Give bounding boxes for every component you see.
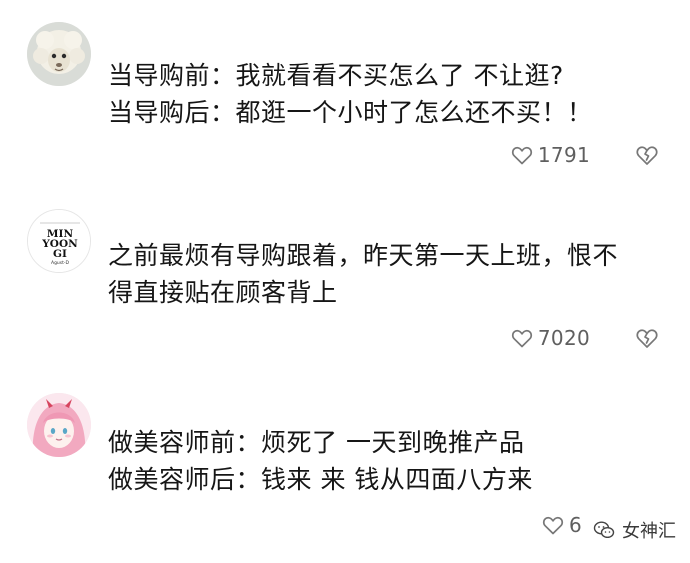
dislike-button[interactable] [634, 142, 660, 168]
watermark-text: 女神汇 [622, 521, 676, 542]
comment-line: 当导购前：我就看看不买怎么了 不让逛? [108, 61, 564, 90]
comment-line: 之前最烦有导购跟着，昨天第一天上班，恨不 [108, 241, 619, 270]
heart-icon [511, 146, 532, 165]
heart-icon [511, 329, 532, 348]
avatar[interactable] [27, 22, 91, 86]
comment-line: 做美容师前：烦死了 一天到晚推产品 [108, 428, 525, 457]
broken-heart-icon [636, 329, 658, 348]
broken-heart-icon [636, 146, 658, 165]
comment-line: 得直接贴在顾客背上 [108, 278, 338, 307]
comment-line: 做美容师后：钱来 来 钱从四面八方来 [108, 465, 533, 494]
comment-text: 做美容师前：烦死了 一天到晚推产品 做美容师后：钱来 来 钱从四面八方来 [108, 424, 668, 498]
like-button[interactable]: 6 [541, 513, 582, 537]
min-yoongi-text-avatar-image: MIN YOON GI Agust-D [28, 210, 90, 272]
like-count: 7020 [537, 326, 590, 350]
comment-line: 当导购后：都逛一个小时了怎么还不买！！ [108, 98, 593, 127]
comment-actions: 1791 [510, 140, 660, 170]
dislike-button[interactable] [634, 325, 660, 351]
comment-text: 当导购前：我就看看不买怎么了 不让逛? 当导购后：都逛一个小时了怎么还不买！！ [108, 57, 668, 131]
like-button[interactable]: 7020 [510, 326, 590, 350]
avatar-text-sub: Agust-D [51, 260, 70, 266]
wechat-icon [593, 521, 615, 539]
avatar[interactable]: MIN YOON GI Agust-D [27, 209, 91, 273]
comment-text: 之前最烦有导购跟着，昨天第一天上班，恨不 得直接贴在顾客背上 [108, 237, 668, 311]
like-button[interactable]: 1791 [510, 143, 590, 167]
avatar-text-line3: GI [53, 248, 67, 260]
pink-hair-anime-avatar-image [27, 393, 91, 457]
comment-actions: 6 [541, 510, 582, 540]
heart-icon [542, 516, 564, 535]
sheep-avatar-image [27, 22, 91, 86]
watermark: 女神汇 [588, 515, 680, 545]
like-count: 6 [568, 513, 582, 537]
like-count: 1791 [537, 143, 590, 167]
comment-actions: 7020 [510, 323, 660, 353]
avatar[interactable] [27, 393, 91, 457]
